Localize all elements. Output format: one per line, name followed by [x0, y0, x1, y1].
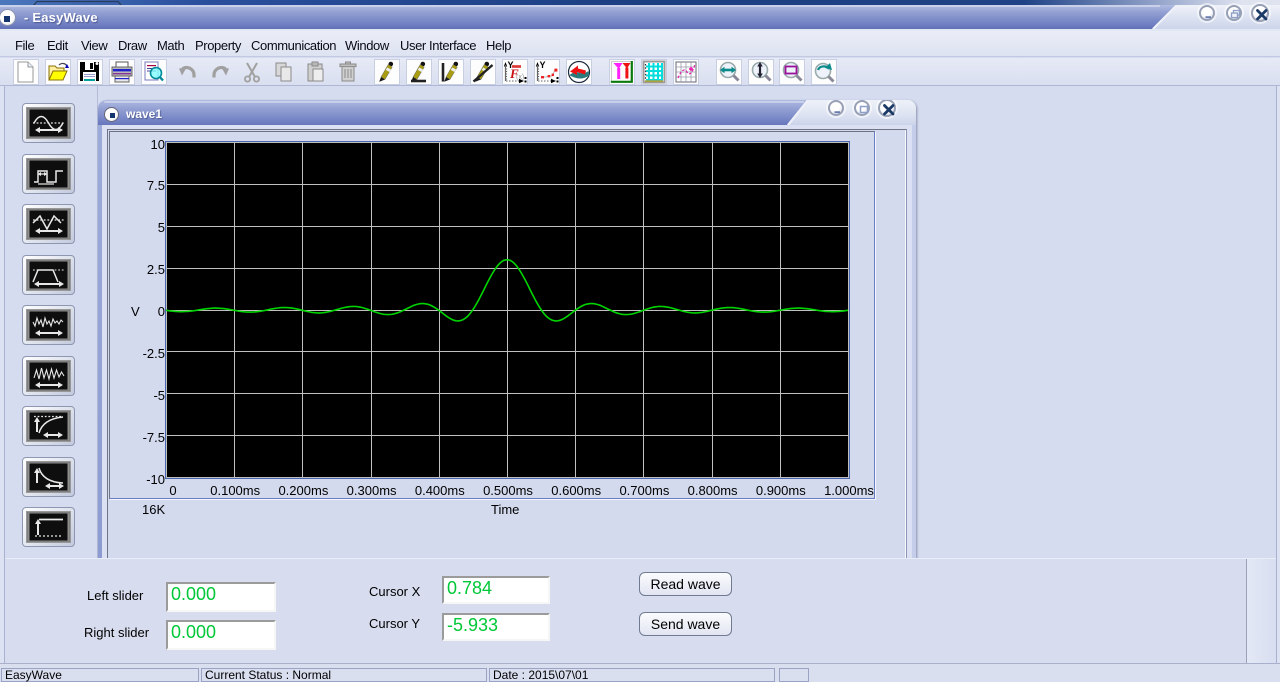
- svg-text:(x): (x): [516, 74, 524, 81]
- svg-text:Y: Y: [540, 60, 546, 70]
